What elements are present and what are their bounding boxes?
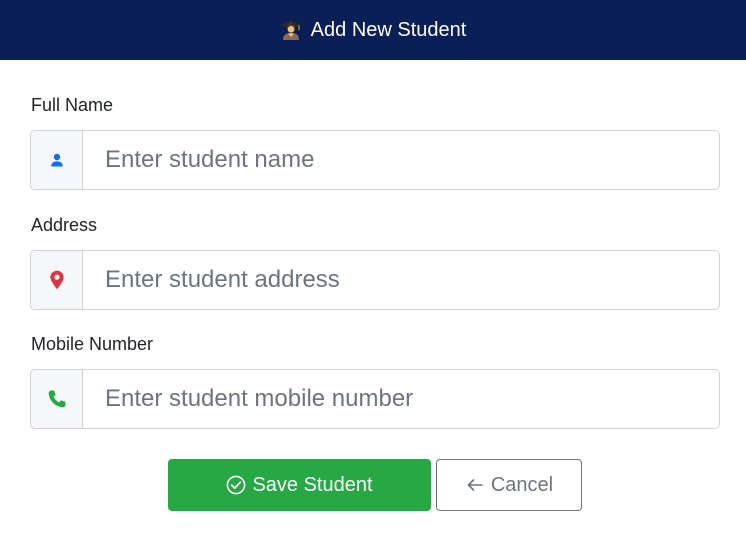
phone-icon xyxy=(30,369,82,429)
arrow-left-icon xyxy=(465,475,485,495)
full-name-input[interactable] xyxy=(82,130,720,190)
full-name-group xyxy=(30,130,720,190)
form-title: Add New Student xyxy=(310,18,467,41)
address-group xyxy=(30,250,720,310)
address-input[interactable] xyxy=(82,250,720,310)
form-header: Add New Student xyxy=(0,0,746,60)
mobile-number-label: Mobile Number xyxy=(31,334,154,354)
cancel-button[interactable]: Cancel xyxy=(436,459,582,511)
student-icon xyxy=(280,19,302,41)
full-name-label: Full Name xyxy=(31,95,114,115)
map-marker-icon xyxy=(30,250,82,310)
check-circle-icon xyxy=(226,475,246,495)
mobile-number-input[interactable] xyxy=(82,369,720,429)
save-button-label: Save Student xyxy=(252,473,373,496)
user-icon xyxy=(30,130,82,190)
save-student-button[interactable]: Save Student xyxy=(168,459,431,511)
mobile-number-group xyxy=(30,369,720,429)
address-label: Address xyxy=(31,215,98,235)
cancel-button-label: Cancel xyxy=(490,473,554,496)
